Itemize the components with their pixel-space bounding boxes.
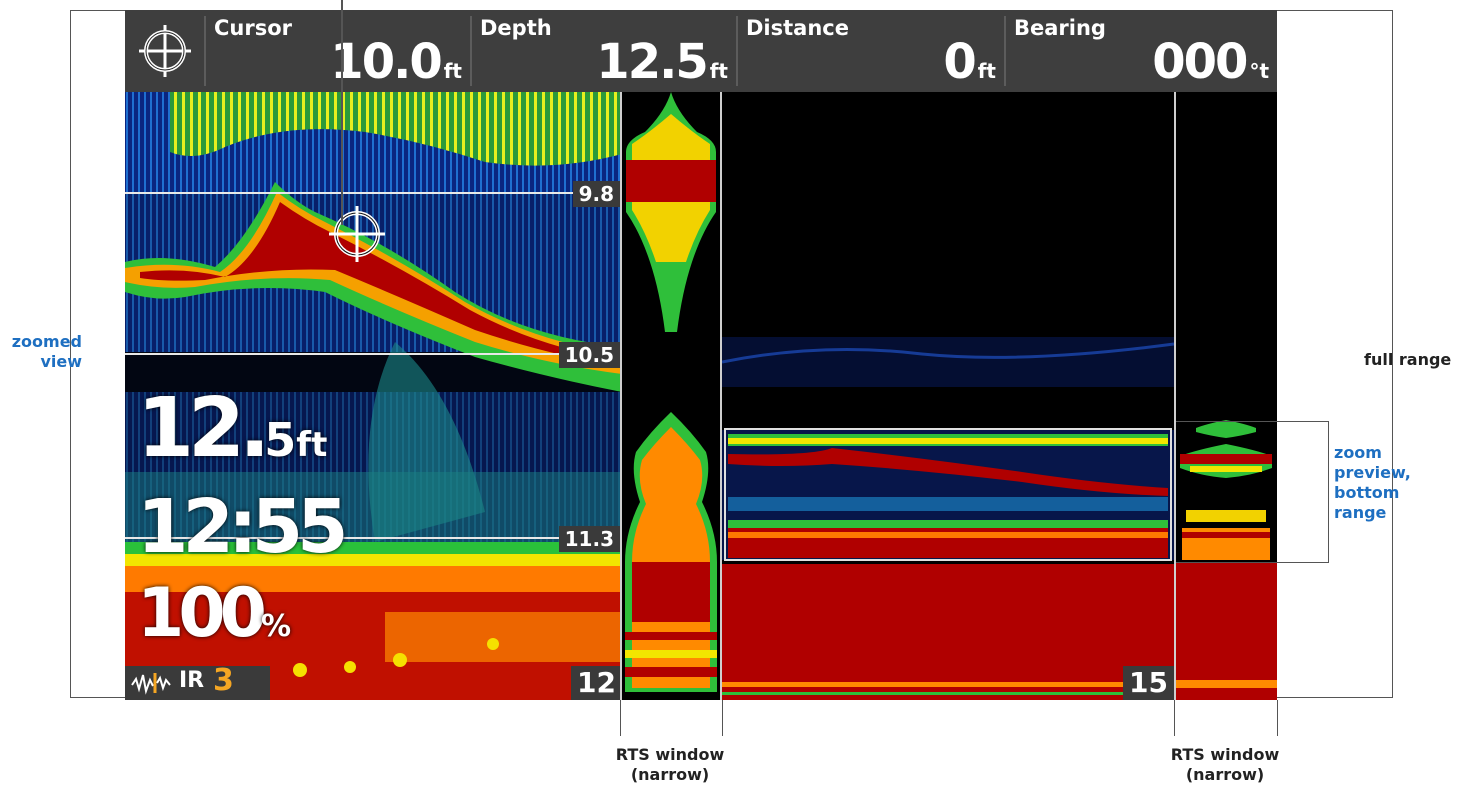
- cursor-leader-line: [341, 0, 343, 225]
- depth-gridline: [125, 192, 622, 194]
- sonar-screen: Cursor 10.0 ft Depth 12.5 ft Distance 0 ft …: [125, 10, 1277, 700]
- depth-field: Depth 12.5 ft: [472, 10, 736, 92]
- rts-zoomed-image: [625, 92, 717, 692]
- full-range-annotation: full range: [1364, 350, 1452, 369]
- mode-level: 3: [213, 663, 234, 698]
- bearing-label: Bearing: [1014, 16, 1106, 40]
- full-range-bracket: [1277, 697, 1393, 698]
- depth-tag: 11.3: [558, 526, 620, 552]
- crosshair-icon: [139, 25, 191, 77]
- distance-label: Distance: [746, 16, 849, 40]
- rts-divider: [620, 92, 622, 700]
- depth-value: 12.5 ft: [596, 34, 728, 90]
- distance-value: 0 ft: [943, 34, 996, 90]
- rts-right-leader: [1277, 700, 1278, 736]
- rts-left-leader: [722, 700, 723, 736]
- full-range-sonar-view[interactable]: 15: [722, 92, 1174, 700]
- cursor-value: 10.0 ft: [330, 34, 462, 90]
- zoomed-sonar-view[interactable]: 9.8 10.5 11.3 12 12.5ft 12:55 100% IR 3: [125, 92, 622, 700]
- rts-divider: [720, 92, 722, 700]
- mode-label: IR: [179, 668, 205, 693]
- sonar-mode-indicator[interactable]: IR 3: [125, 663, 270, 700]
- sonar-wave-icon: [131, 673, 171, 695]
- digital-depth-readout: 12.5ft: [137, 381, 328, 476]
- rts-full-image: [1176, 420, 1277, 700]
- full-range-sonar-image: [722, 337, 1174, 700]
- rts-left-leader: [620, 700, 621, 736]
- zoom-preview-annotation: zoom preview, bottom range: [1334, 443, 1411, 522]
- cursor-field: Cursor 10.0 ft: [206, 10, 470, 92]
- depth-label: Depth: [480, 16, 552, 40]
- zoomed-view-bracket: [70, 10, 125, 11]
- bottom-depth-scale: 12: [571, 666, 622, 700]
- zoomed-view-annotation: zoomed view: [11, 332, 82, 371]
- depth-tag: 9.8: [572, 181, 620, 207]
- rts-left-annotation: RTS window (narrow): [615, 745, 725, 784]
- rts-divider: [1174, 92, 1176, 700]
- depth-tag: 10.5: [558, 342, 620, 368]
- rts-right-leader: [1174, 700, 1175, 736]
- cursor-label: Cursor: [214, 16, 293, 40]
- zoom-preview-bracket: [1328, 421, 1329, 563]
- battery-readout: 100%: [137, 574, 292, 653]
- rts-window-full: [1176, 92, 1277, 700]
- rts-window-zoomed: [622, 92, 720, 700]
- distance-field: Distance 0 ft: [738, 10, 1004, 92]
- cursor-button[interactable]: [125, 10, 203, 92]
- time-readout: 12:55: [137, 484, 349, 570]
- zoom-preview-bracket: [1176, 562, 1329, 563]
- depth-gridline: [125, 353, 622, 355]
- bearing-field: Bearing 000 °t: [1006, 10, 1277, 92]
- data-bar: Cursor 10.0 ft Depth 12.5 ft Distance 0 ft …: [125, 10, 1277, 92]
- full-range-bottom-scale: 15: [1123, 666, 1174, 700]
- zoomed-view-bracket: [70, 697, 125, 698]
- bearing-value: 000 °t: [1152, 34, 1269, 90]
- full-range-bracket: [1277, 10, 1393, 11]
- rts-right-annotation: RTS window (narrow): [1170, 745, 1280, 784]
- zoom-preview-bracket: [1176, 421, 1329, 422]
